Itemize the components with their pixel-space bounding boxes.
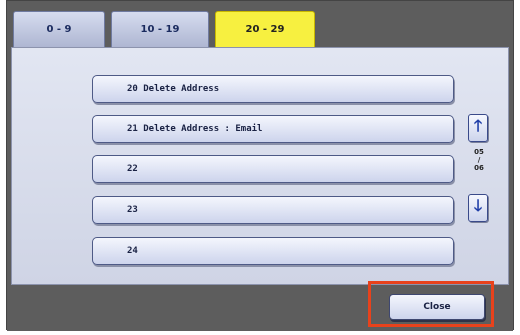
- entry-label: 22: [127, 164, 138, 174]
- close-button[interactable]: Close: [389, 294, 485, 320]
- arrow-down-icon: 🡓: [473, 195, 483, 215]
- arrow-up-icon: 🡑: [473, 115, 483, 135]
- tab-20-29[interactable]: 20 - 29: [215, 11, 315, 47]
- page-separator: /: [477, 156, 481, 164]
- page-total: 06: [474, 164, 484, 172]
- scroll-down-button[interactable]: 🡓: [468, 194, 488, 222]
- address-entry-24[interactable]: 24: [92, 237, 454, 265]
- entry-label: 23: [127, 205, 138, 215]
- address-entry-22[interactable]: 22: [92, 155, 454, 183]
- address-entry-21[interactable]: 21 Delete Address : Email: [92, 115, 454, 143]
- address-list-panel: 20 Delete Address 21 Delete Address : Em…: [11, 47, 509, 285]
- page-current: 05: [474, 148, 484, 156]
- address-entry-23[interactable]: 23: [92, 196, 454, 224]
- tab-10-19[interactable]: 10 - 19: [111, 11, 209, 47]
- scroll-up-button[interactable]: 🡑: [468, 114, 488, 142]
- tab-bar: 0 - 9 10 - 19 20 - 29: [7, 1, 513, 47]
- tab-0-9[interactable]: 0 - 9: [13, 11, 105, 47]
- entry-label: 24: [127, 246, 138, 256]
- address-entry-20[interactable]: 20 Delete Address: [92, 75, 454, 103]
- entry-label: 21 Delete Address : Email: [127, 124, 263, 134]
- page-indicator: 05 / 06: [464, 148, 494, 172]
- entry-label: 20 Delete Address: [127, 84, 220, 94]
